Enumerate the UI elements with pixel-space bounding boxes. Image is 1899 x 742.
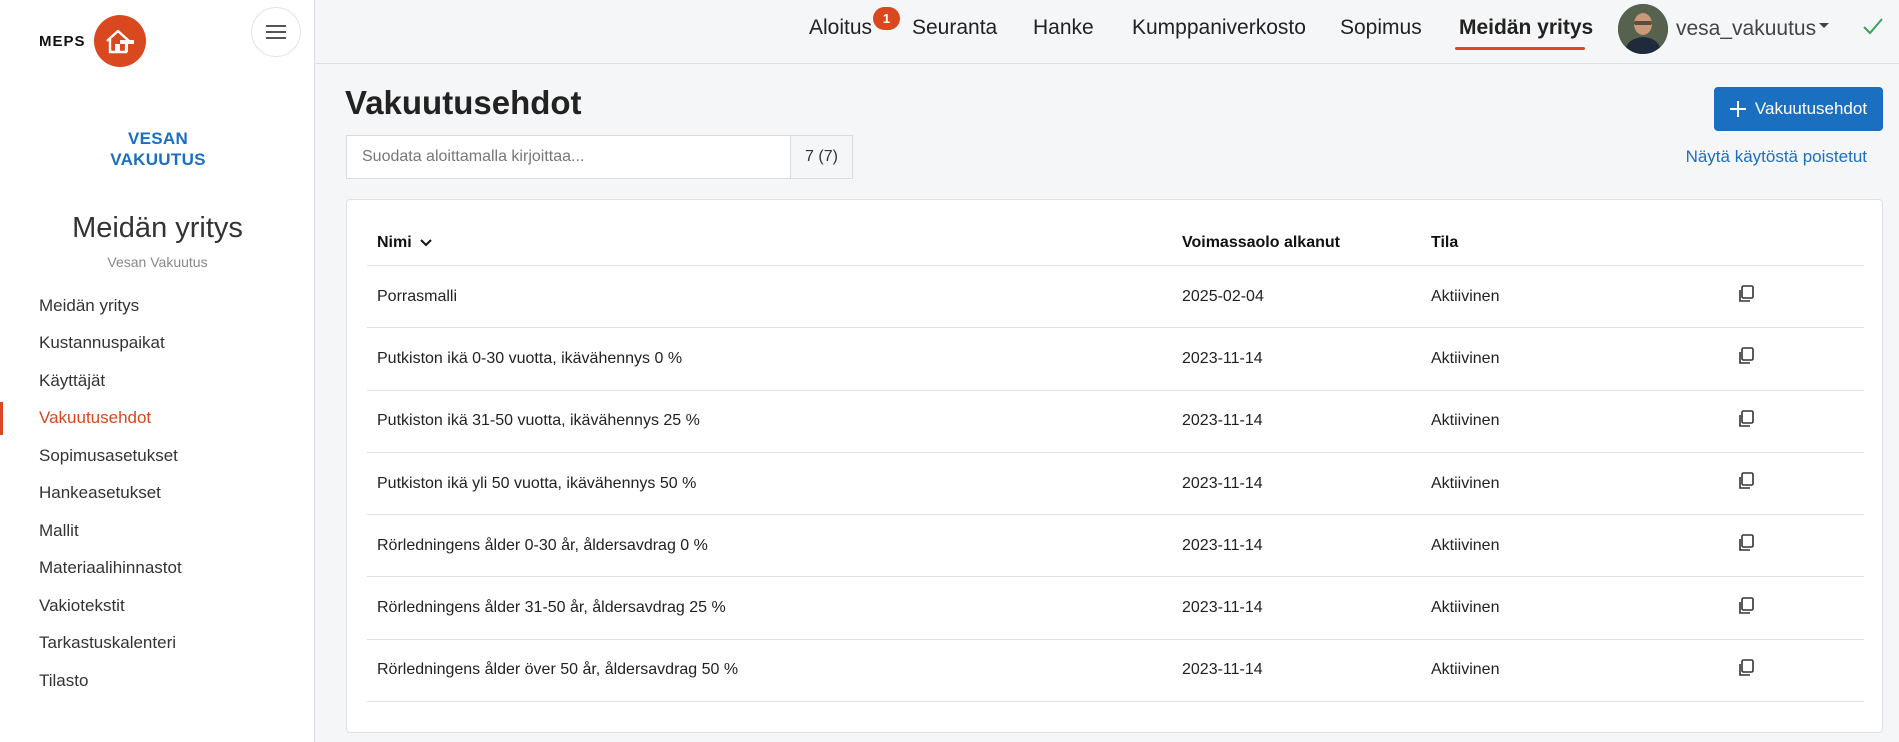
sidebar-item-kayttajat[interactable]: Käyttäjät [0, 362, 315, 400]
cell-date: 2023-11-14 [1182, 474, 1263, 492]
company-title: Meidän yritys [72, 212, 243, 244]
username[interactable]: vesa_vakuutus [1676, 17, 1816, 41]
sidebar-item-kustannuspaikat[interactable]: Kustannuspaikat [0, 325, 315, 363]
column-header-date[interactable]: Voimassaolo alkanut [1182, 234, 1431, 252]
sidebar-item-mallit[interactable]: Mallit [0, 512, 315, 550]
notification-badge: 1 [873, 7, 900, 30]
house-hammer-icon [93, 15, 146, 67]
topnav-seuranta[interactable]: Seuranta [912, 16, 997, 40]
table-row[interactable]: Rörledningens ålder över 50 år, åldersav… [367, 640, 1864, 703]
active-tab-indicator [1455, 47, 1585, 50]
page-title: Vakuutusehdot [345, 84, 582, 121]
check-icon [1863, 18, 1883, 35]
copy-icon[interactable] [1737, 659, 1755, 677]
sidebar-item-sopimusasetukset[interactable]: Sopimusasetukset [0, 437, 315, 475]
cell-name[interactable]: Rörledningens ålder 31-50 år, åldersavdr… [367, 599, 1182, 617]
copy-icon[interactable] [1737, 534, 1755, 552]
sidebar-item-vakiotekstit[interactable]: Vakiotekstit [0, 587, 315, 625]
sidebar-item-meidan-yritys[interactable]: Meidän yritys [0, 287, 315, 325]
column-header-name-label: Nimi [377, 233, 412, 251]
cell-date: 2023-11-14 [1182, 412, 1263, 430]
sidebar-item-vakuutusehdot[interactable]: Vakuutusehdot [0, 400, 315, 438]
menu-toggle-button[interactable] [251, 7, 301, 57]
add-button-label: Vakuutusehdot [1754, 99, 1868, 118]
table-row[interactable]: Putkiston ikä yli 50 vuotta, ikävähennys… [367, 453, 1864, 516]
cell-state: Aktiivinen [1431, 599, 1500, 617]
add-insurance-terms-button[interactable]: Vakuutusehdot [1714, 87, 1883, 131]
sidebar-item-tilasto[interactable]: Tilasto [0, 662, 315, 700]
sidebar-item-tarkastuskalenteri[interactable]: Tarkastuskalenteri [0, 625, 315, 663]
cell-state: Aktiivinen [1431, 349, 1500, 367]
table-row[interactable]: Rörledningens ålder 0-30 år, åldersavdra… [367, 515, 1864, 578]
insurance-terms-card: Nimi Voimassaolo alkanut Tila Porrasmall… [346, 199, 1883, 733]
cell-name[interactable]: Rörledningens ålder 0-30 år, åldersavdra… [367, 537, 1182, 555]
copy-icon[interactable] [1737, 347, 1755, 365]
cell-date: 2023-11-14 [1182, 349, 1263, 367]
table-header: Nimi Voimassaolo alkanut Tila [367, 220, 1864, 266]
company-subtitle: Vesan Vakuutus [107, 254, 208, 270]
meps-logo[interactable]: MEPS [39, 15, 146, 67]
topnav-meidan-yritys[interactable]: Meidän yritys [1459, 16, 1593, 40]
sidebar: MEPS VESAN VAKUUTUS Meidän yritys Vesan … [0, 0, 315, 742]
result-count: 7 (7) [790, 136, 852, 178]
show-removed-link[interactable]: Näytä käytöstä poistetut [1686, 147, 1867, 167]
copy-icon[interactable] [1737, 409, 1755, 428]
cell-name[interactable]: Rörledningens ålder över 50 år, åldersav… [367, 661, 1182, 679]
copy-icon[interactable] [1737, 596, 1755, 615]
sidebar-nav: Meidän yritys Kustannuspaikat Käyttäjät … [0, 287, 315, 700]
hamburger-icon [266, 25, 286, 39]
topnav-hanke[interactable]: Hanke [1033, 16, 1094, 40]
copy-icon[interactable] [1737, 285, 1755, 303]
column-header-state[interactable]: Tila [1431, 234, 1737, 252]
filter-bar: 7 (7) [346, 135, 853, 179]
chevron-down-icon [419, 238, 432, 246]
caret-down-icon[interactable] [1818, 22, 1830, 30]
cell-date: 2023-11-14 [1182, 599, 1263, 617]
cell-name[interactable]: Putkiston ikä 31-50 vuotta, ikävähennys … [367, 412, 1182, 430]
topnav-aloitus[interactable]: Aloitus [809, 16, 872, 40]
plus-icon [1729, 101, 1746, 117]
insurance-terms-table: Nimi Voimassaolo alkanut Tila Porrasmall… [367, 220, 1864, 703]
cell-name[interactable]: Porrasmalli [367, 288, 1182, 306]
copy-icon[interactable] [1737, 472, 1755, 490]
company-logo-line1: VESAN [127, 129, 189, 148]
cell-state: Aktiivinen [1431, 287, 1500, 305]
avatar[interactable] [1618, 4, 1668, 54]
topnav-sopimus[interactable]: Sopimus [1340, 16, 1422, 40]
cell-date: 2023-11-14 [1182, 661, 1263, 679]
cell-name[interactable]: Putkiston ikä yli 50 vuotta, ikävähennys… [367, 475, 1182, 493]
cell-state: Aktiivinen [1431, 474, 1500, 492]
company-logo-line2: VAKUUTUS [110, 150, 206, 169]
cell-state: Aktiivinen [1431, 536, 1500, 554]
cell-state: Aktiivinen [1431, 661, 1500, 679]
cell-state: Aktiivinen [1431, 412, 1500, 430]
logo-text: MEPS [39, 32, 86, 50]
sidebar-item-materiaalihinnastot[interactable]: Materiaalihinnastot [0, 550, 315, 588]
topnav-kumppaniverkosto[interactable]: Kumppaniverkosto [1132, 16, 1306, 40]
cell-date: 2023-11-14 [1182, 536, 1263, 554]
cell-name[interactable]: Putkiston ikä 0-30 vuotta, ikävähennys 0… [367, 350, 1182, 368]
cell-date: 2025-02-04 [1182, 287, 1264, 305]
company-logo: VESAN VAKUUTUS [40, 128, 276, 170]
filter-input[interactable] [347, 136, 790, 178]
table-row[interactable]: Putkiston ikä 0-30 vuotta, ikävähennys 0… [367, 328, 1864, 391]
column-header-name[interactable]: Nimi [367, 234, 1182, 252]
table-row[interactable]: Porrasmalli 2025-02-04 Aktiivinen [367, 266, 1864, 329]
table-row[interactable]: Rörledningens ålder 31-50 år, åldersavdr… [367, 577, 1864, 640]
table-row[interactable]: Putkiston ikä 31-50 vuotta, ikävähennys … [367, 391, 1864, 453]
sidebar-item-hankeasetukset[interactable]: Hankeasetukset [0, 475, 315, 513]
